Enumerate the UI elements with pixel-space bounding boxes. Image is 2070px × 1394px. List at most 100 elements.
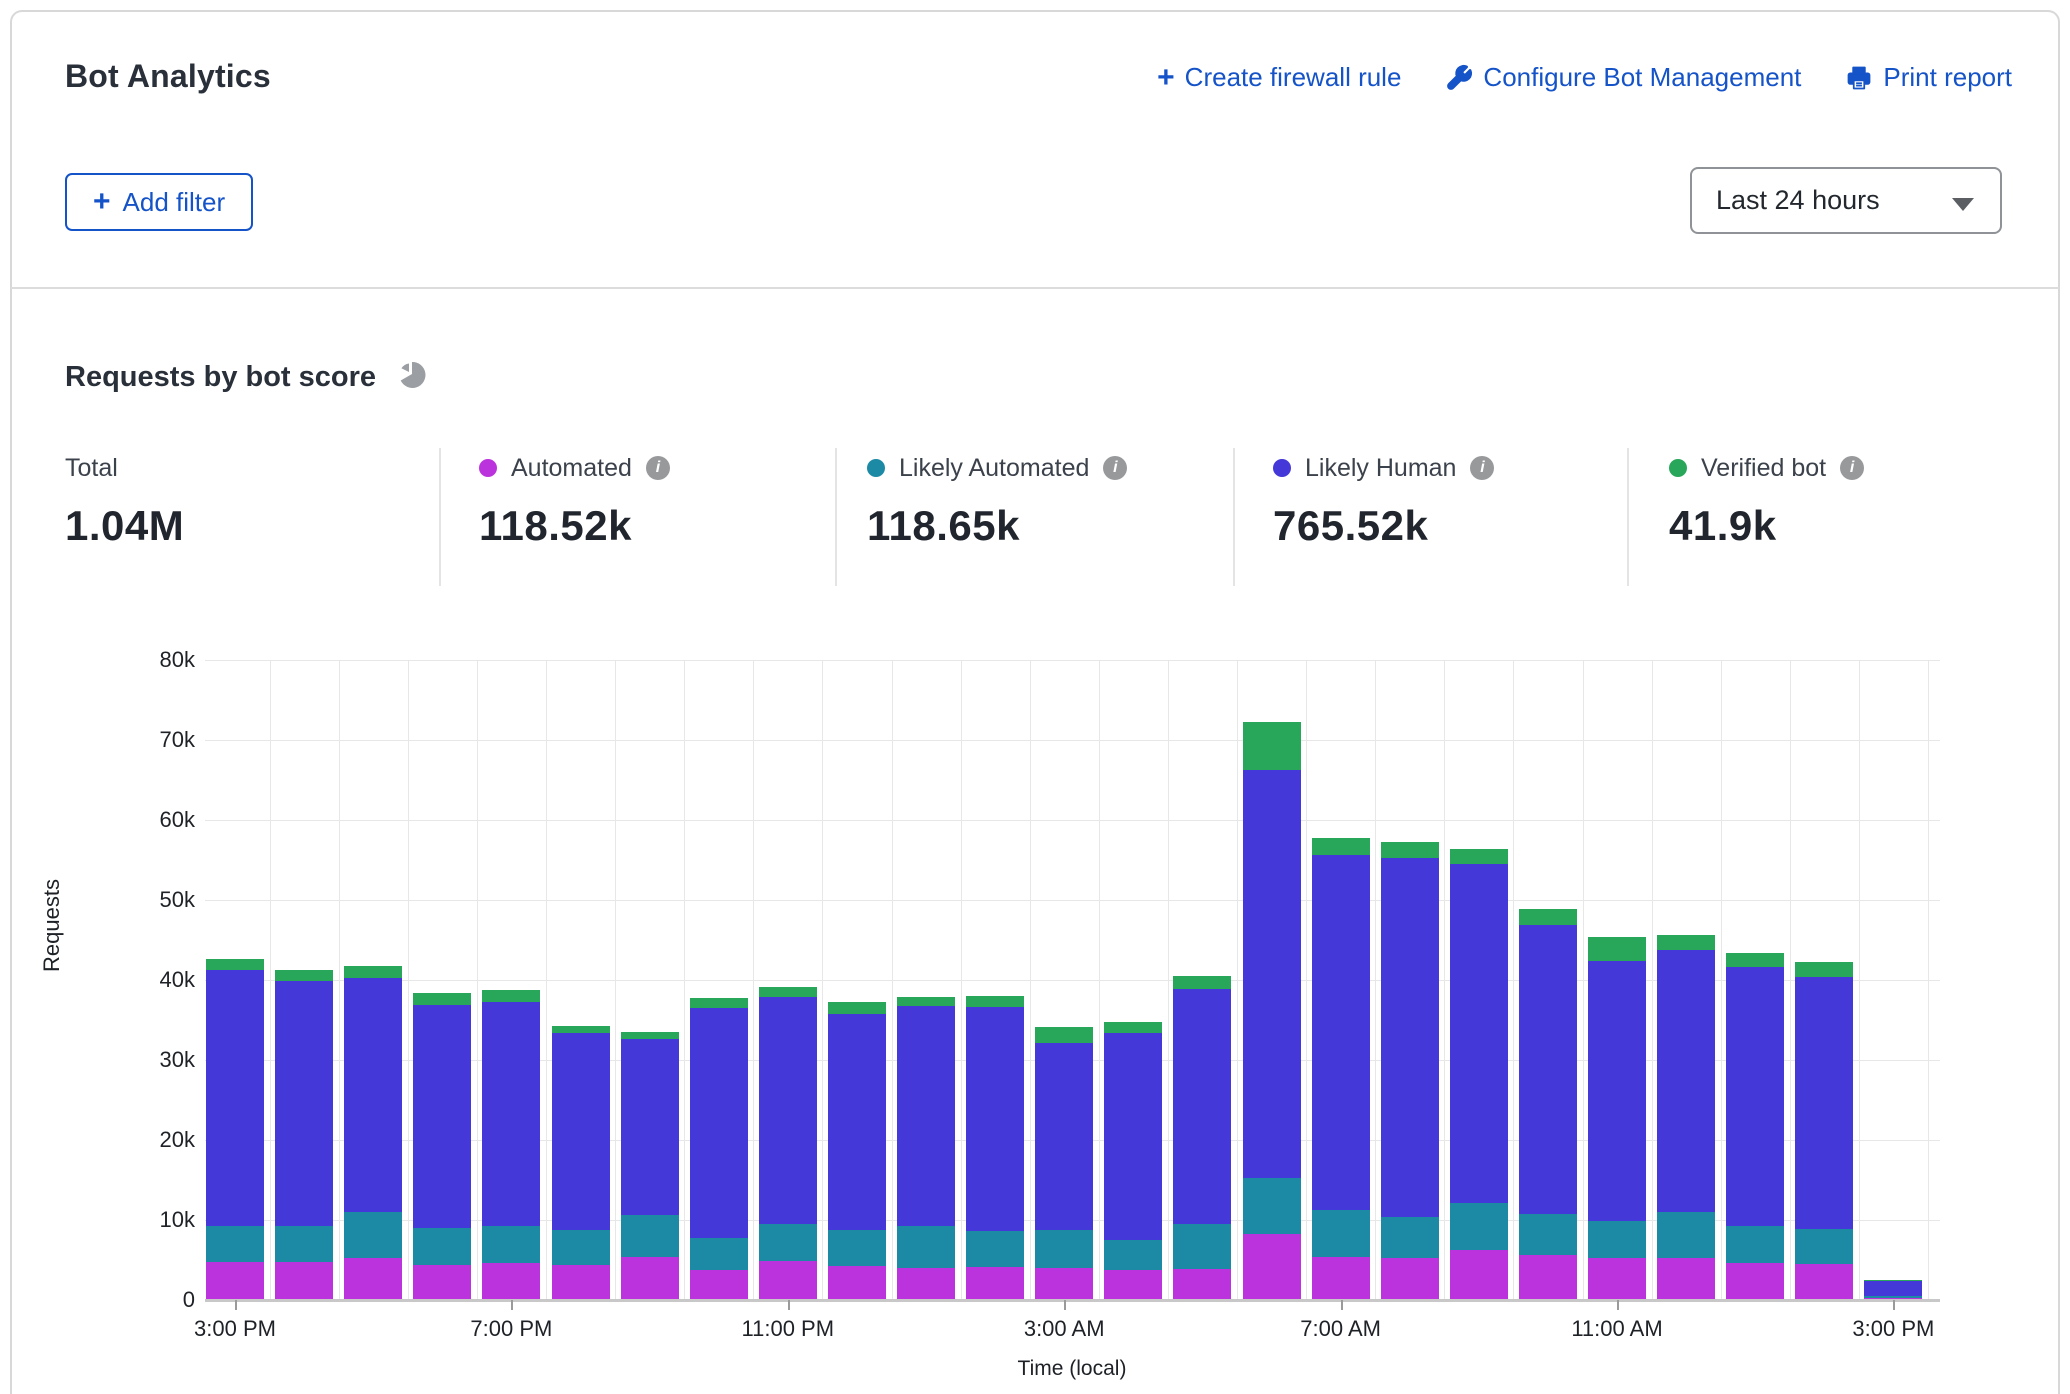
bar-column-18[interactable] bbox=[1450, 660, 1508, 1300]
bar-segment-verified-bot bbox=[1657, 935, 1715, 949]
y-tick-label: 50k bbox=[115, 887, 195, 913]
stat-likely-human-value: 765.52k bbox=[1273, 502, 1494, 550]
bar-column-4[interactable] bbox=[482, 660, 540, 1300]
bar-column-22[interactable] bbox=[1726, 660, 1784, 1300]
bar-segment-automated bbox=[1243, 1234, 1301, 1300]
bar-segment-verified-bot bbox=[897, 997, 955, 1007]
v-gridline bbox=[1652, 660, 1653, 1300]
v-gridline bbox=[1099, 660, 1100, 1300]
bar-column-23[interactable] bbox=[1795, 660, 1853, 1300]
bar-segment-automated bbox=[1104, 1270, 1162, 1300]
bar-column-1[interactable] bbox=[275, 660, 333, 1300]
section-title-row: Requests by bot score bbox=[65, 360, 426, 395]
v-gridline bbox=[477, 660, 478, 1300]
bar-segment-verified-bot bbox=[621, 1032, 679, 1039]
bar-segment-verified-bot bbox=[1519, 909, 1577, 925]
bar-column-12[interactable] bbox=[1035, 660, 1093, 1300]
create-firewall-rule-link[interactable]: + Create firewall rule bbox=[1157, 62, 1401, 93]
bar-column-9[interactable] bbox=[828, 660, 886, 1300]
header-divider bbox=[11, 287, 2059, 289]
configure-bot-management-link[interactable]: Configure Bot Management bbox=[1445, 62, 1801, 93]
bar-column-13[interactable] bbox=[1104, 660, 1162, 1300]
bar-segment-likely-automated bbox=[1381, 1217, 1439, 1259]
stat-likely-human: Likely Human i 765.52k bbox=[1273, 452, 1494, 550]
v-gridline bbox=[1928, 660, 1929, 1300]
v-gridline bbox=[892, 660, 893, 1300]
info-icon[interactable]: i bbox=[1470, 456, 1494, 480]
bar-column-24[interactable] bbox=[1864, 660, 1922, 1300]
bar-column-7[interactable] bbox=[690, 660, 748, 1300]
printer-icon bbox=[1845, 64, 1873, 92]
bar-segment-verified-bot bbox=[1104, 1022, 1162, 1032]
bar-segment-verified-bot bbox=[413, 993, 471, 1005]
bar-segment-automated bbox=[1519, 1255, 1577, 1300]
info-icon[interactable]: i bbox=[1840, 456, 1864, 480]
x-tick-mark bbox=[235, 1300, 237, 1310]
bar-column-15[interactable] bbox=[1243, 660, 1301, 1300]
time-range-dropdown[interactable]: Last 24 hours bbox=[1690, 167, 2002, 234]
bar-column-6[interactable] bbox=[621, 660, 679, 1300]
bar-column-8[interactable] bbox=[759, 660, 817, 1300]
v-gridline bbox=[684, 660, 685, 1300]
bar-segment-automated bbox=[344, 1258, 402, 1300]
bar-segment-likely-automated bbox=[1035, 1230, 1093, 1268]
x-axis-title: Time (local) bbox=[1018, 1357, 1127, 1381]
info-icon[interactable]: i bbox=[646, 456, 670, 480]
bar-segment-verified-bot bbox=[552, 1026, 610, 1033]
bar-column-14[interactable] bbox=[1173, 660, 1231, 1300]
add-filter-button[interactable]: + Add filter bbox=[65, 173, 253, 231]
bar-column-10[interactable] bbox=[897, 660, 955, 1300]
bar-segment-likely-human bbox=[1588, 961, 1646, 1221]
bar-column-17[interactable] bbox=[1381, 660, 1439, 1300]
bar-column-16[interactable] bbox=[1312, 660, 1370, 1300]
v-gridline bbox=[753, 660, 754, 1300]
stat-automated-label: Automated bbox=[511, 454, 632, 483]
bar-segment-likely-human bbox=[1450, 864, 1508, 1203]
bar-segment-automated bbox=[552, 1265, 610, 1300]
bar-column-5[interactable] bbox=[552, 660, 610, 1300]
v-gridline bbox=[1444, 660, 1445, 1300]
v-gridline bbox=[1790, 660, 1791, 1300]
stat-verified-bot-value: 41.9k bbox=[1669, 502, 1864, 550]
x-axis-line bbox=[205, 1299, 1940, 1302]
x-tick-mark bbox=[788, 1300, 790, 1310]
x-tick-label: 7:00 AM bbox=[1261, 1316, 1421, 1342]
y-tick-label: 10k bbox=[115, 1207, 195, 1233]
stat-divider bbox=[1233, 448, 1235, 586]
bar-column-0[interactable] bbox=[206, 660, 264, 1300]
bar-segment-automated bbox=[1035, 1268, 1093, 1300]
bar-segment-likely-automated bbox=[759, 1224, 817, 1261]
x-tick-mark bbox=[1617, 1300, 1619, 1310]
bar-segment-likely-automated bbox=[621, 1215, 679, 1257]
print-report-link[interactable]: Print report bbox=[1845, 62, 2012, 93]
bar-segment-automated bbox=[828, 1266, 886, 1300]
x-tick-label: 3:00 PM bbox=[1813, 1316, 1973, 1342]
bar-column-2[interactable] bbox=[344, 660, 402, 1300]
bar-segment-automated bbox=[1381, 1258, 1439, 1300]
bar-segment-likely-automated bbox=[1243, 1178, 1301, 1235]
bar-segment-likely-human bbox=[759, 997, 817, 1224]
bar-segment-likely-automated bbox=[206, 1226, 264, 1262]
stat-verified-bot: Verified bot i 41.9k bbox=[1669, 452, 1864, 550]
info-icon[interactable]: i bbox=[1103, 456, 1127, 480]
bar-segment-likely-automated bbox=[1450, 1203, 1508, 1250]
bar-column-21[interactable] bbox=[1657, 660, 1715, 1300]
bar-segment-likely-human bbox=[621, 1039, 679, 1215]
v-gridline bbox=[1306, 660, 1307, 1300]
bar-segment-likely-human bbox=[344, 978, 402, 1212]
bar-column-20[interactable] bbox=[1588, 660, 1646, 1300]
bar-segment-likely-human bbox=[482, 1002, 540, 1225]
requests-by-bot-score-chart: 010k20k30k40k50k60k70k80k3:00 PM7:00 PM1… bbox=[205, 660, 1940, 1300]
header-actions: + Create firewall rule Configure Bot Man… bbox=[1157, 62, 2012, 93]
time-range-value: Last 24 hours bbox=[1692, 185, 1880, 216]
bar-segment-verified-bot bbox=[1726, 953, 1784, 967]
wrench-icon bbox=[1445, 64, 1473, 92]
bar-column-3[interactable] bbox=[413, 660, 471, 1300]
bar-segment-likely-automated bbox=[1726, 1226, 1784, 1263]
bar-column-19[interactable] bbox=[1519, 660, 1577, 1300]
bar-segment-likely-automated bbox=[1864, 1296, 1922, 1298]
configure-bot-management-label: Configure Bot Management bbox=[1483, 62, 1801, 93]
pie-chart-icon bbox=[396, 360, 426, 395]
bar-column-11[interactable] bbox=[966, 660, 1024, 1300]
bar-segment-likely-human bbox=[1795, 977, 1853, 1229]
